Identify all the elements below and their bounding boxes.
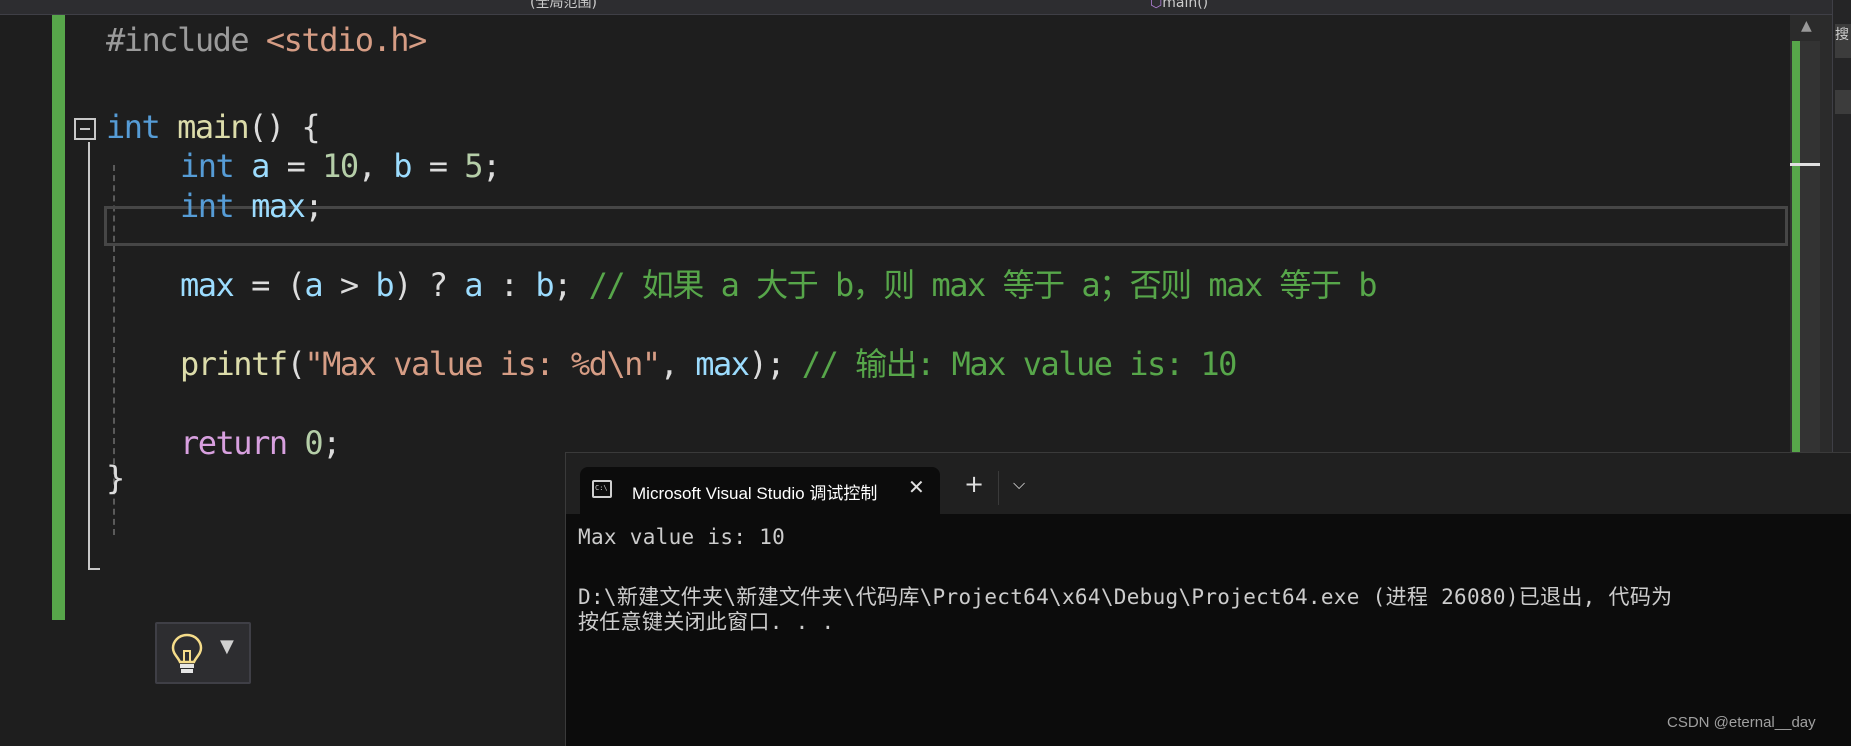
code-punct: ,: [357, 147, 394, 185]
code-punct: =: [410, 147, 465, 185]
code-line-12[interactable]: }: [106, 455, 125, 501]
code-line-11[interactable]: return 0;: [180, 420, 341, 466]
fold-guide-line: [88, 142, 90, 570]
lightbulb-icon: [171, 633, 203, 673]
variable: a: [251, 147, 270, 185]
tab-separator: [998, 471, 999, 505]
function-name: main: [177, 108, 250, 146]
type-keyword: int: [180, 187, 235, 225]
code-punct: = (: [233, 266, 306, 304]
chevron-down-icon[interactable]: ⌵: [1013, 474, 1025, 494]
variable: max: [695, 345, 750, 383]
number-literal: 5: [464, 147, 483, 185]
chevron-down-icon[interactable]: ▼: [220, 636, 234, 657]
debug-console-window[interactable]: Microsoft Visual Studio 调试控制台 ✕ + ⌵ Max …: [565, 452, 1851, 746]
variable: b: [535, 266, 554, 304]
function-name: printf: [180, 345, 288, 383]
code-line-7[interactable]: max = (a > b) ? a : b; // 如果 a 大于 b，则 ma…: [180, 262, 1378, 308]
code-comment: // 输出: Max value is: 10: [801, 345, 1238, 383]
closing-brace: }: [106, 459, 125, 497]
watermark: CSDN @eternal__day: [1667, 714, 1816, 731]
type-keyword: int: [180, 147, 235, 185]
scroll-up-icon[interactable]: ▲: [1801, 18, 1812, 34]
plus-icon[interactable]: +: [964, 472, 984, 496]
scrollbar-change-marker: [1792, 41, 1800, 455]
number-literal: 10: [322, 147, 359, 185]
member-dropdown[interactable]: ⬡main(): [1150, 0, 1208, 13]
terminal-icon: [592, 480, 612, 498]
collapse-minus-icon[interactable]: [74, 118, 96, 140]
code-line-5[interactable]: int max;: [180, 183, 324, 229]
code-punct: ;: [482, 147, 501, 185]
code-punct: [287, 424, 305, 462]
quick-actions-button[interactable]: ▼: [155, 622, 251, 684]
code-comment: // 如果 a 大于 b，则 max 等于 a；否则 max 等于 b: [588, 266, 1378, 304]
code-punct: ,: [659, 345, 696, 383]
code-punct: () {: [248, 108, 321, 146]
close-icon[interactable]: ✕: [908, 475, 925, 499]
variable: a: [304, 266, 323, 304]
type-keyword: int: [106, 108, 161, 146]
member-dropdown-label: main(): [1162, 0, 1209, 11]
change-tracking-bar: [52, 15, 65, 620]
code-punct: );: [748, 345, 802, 383]
scrollbar-caret-marker: [1790, 163, 1820, 166]
include-directive: #include: [106, 21, 266, 59]
console-tab[interactable]: Microsoft Visual Studio 调试控制台 ✕: [580, 467, 940, 514]
include-header: <stdio.h>: [265, 21, 427, 59]
code-punct: ) ?: [393, 266, 465, 304]
variable: b: [393, 147, 412, 185]
variable: b: [375, 266, 394, 304]
code-punct: :: [482, 266, 536, 304]
string-literal: "Max value is: %d\n": [304, 345, 661, 383]
code-punct: =: [268, 147, 323, 185]
console-output-line: 按任意键关闭此窗口. . .: [578, 610, 835, 634]
scope-dropdown[interactable]: (全局范围): [530, 0, 597, 13]
console-output-line: Max value is: 10: [578, 525, 786, 549]
variable: a: [464, 266, 483, 304]
variable: max: [180, 266, 235, 304]
code-line-1[interactable]: #include <stdio.h>: [106, 17, 427, 63]
console-tab-bar: Microsoft Visual Studio 调试控制台 ✕ + ⌵: [566, 453, 1851, 514]
navigation-bar: (全局范围) ⬡main(): [0, 0, 1851, 15]
member-icon: ⬡: [1150, 0, 1163, 11]
current-line-highlight: [104, 206, 1788, 246]
code-punct: (: [286, 345, 306, 383]
code-punct: >: [322, 266, 376, 304]
panel-tab[interactable]: [1835, 90, 1851, 114]
control-keyword: return: [180, 424, 288, 462]
search-panel-tab[interactable]: 搜: [1835, 24, 1851, 58]
console-tab-title: Microsoft Visual Studio 调试控制台: [632, 484, 878, 503]
code-punct: ;: [304, 187, 323, 225]
code-line-9[interactable]: printf("Max value is: %d\n", max); // 输出…: [180, 341, 1238, 387]
number-literal: 0: [304, 424, 323, 462]
code-punct: ;: [553, 266, 589, 304]
variable: max: [251, 187, 306, 225]
code-punct: ;: [322, 424, 341, 462]
fold-guide-end: [88, 568, 100, 570]
